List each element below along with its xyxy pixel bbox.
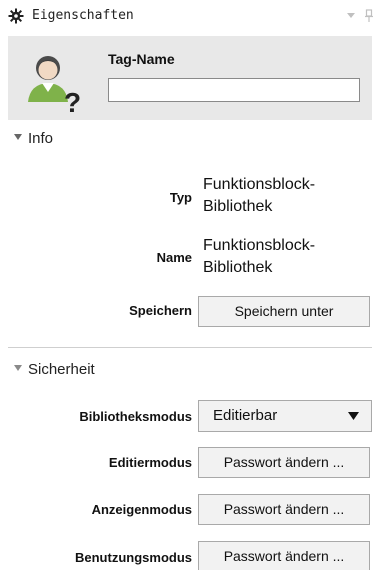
view-mode-password-button[interactable]: Passwort ändern ...: [198, 494, 370, 525]
name-value: Funktionsblock- Bibliothek: [203, 237, 316, 276]
section-divider: [8, 347, 372, 348]
edit-mode-label: Editiermodus: [108, 455, 192, 470]
svg-text:?: ?: [64, 87, 81, 114]
dropdown-icon[interactable]: [346, 12, 356, 20]
info-section-header[interactable]: Info: [14, 130, 53, 147]
security-section-header[interactable]: Sicherheit: [14, 361, 95, 378]
edit-mode-password-button[interactable]: Passwort ändern ...: [198, 447, 370, 478]
save-as-button[interactable]: Speichern unter: [198, 296, 370, 327]
usage-mode-password-button[interactable]: Passwort ändern ...: [198, 541, 370, 570]
tag-name-label: Tag-Name: [108, 51, 175, 67]
tag-header: ? Tag-Name: [8, 36, 372, 120]
usage-mode-label: Benutzungsmodus: [75, 550, 192, 565]
panel-title: Eigenschaften: [32, 8, 134, 23]
library-mode-value: Editierbar: [213, 407, 278, 424]
library-mode-select[interactable]: Editierbar: [198, 400, 372, 432]
unknown-user-icon: ?: [28, 56, 81, 114]
collapse-arrow-icon[interactable]: [14, 134, 22, 141]
tag-name-input[interactable]: [108, 78, 360, 102]
info-section-title: Info: [28, 130, 54, 147]
collapse-arrow-icon[interactable]: [14, 365, 22, 372]
chevron-down-icon: [348, 412, 359, 420]
library-mode-label: Bibliotheksmodus: [79, 409, 192, 424]
panel-titlebar: Eigenschaften: [0, 0, 380, 32]
save-label: Speichern: [129, 303, 192, 318]
view-mode-label: Anzeigenmodus: [91, 502, 192, 517]
pin-icon[interactable]: [364, 9, 374, 23]
type-label: Typ: [169, 190, 192, 205]
security-section-title: Sicherheit: [28, 361, 95, 378]
name-label: Name: [156, 250, 192, 265]
type-value: Funktionsblock- Bibliothek: [203, 176, 316, 215]
gear-icon: [8, 8, 24, 24]
